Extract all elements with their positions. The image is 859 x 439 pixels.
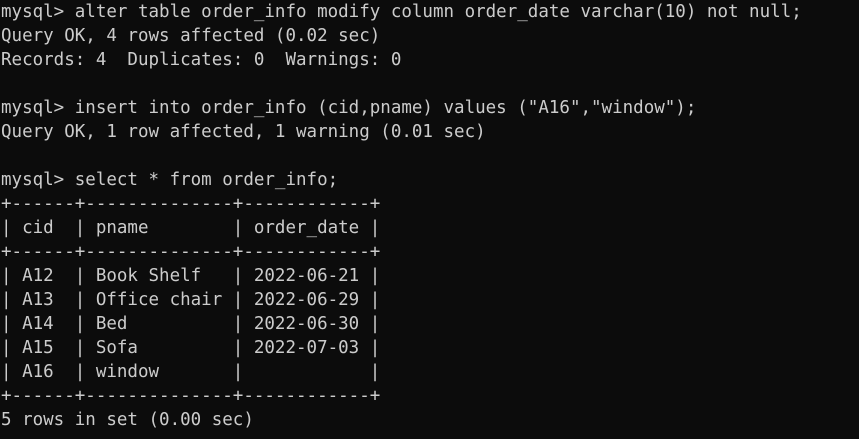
command-line-alter: mysql> alter table order_info modify col… <box>1 2 802 22</box>
terminal-window[interactable]: mysql> alter table order_info modify col… <box>0 0 859 439</box>
table-row: | A16 | window | | <box>1 362 381 382</box>
table-row: | A14 | Bed | 2022-06-30 | <box>1 314 381 334</box>
table-border-bottom: +------+--------------+------------+ <box>1 386 381 406</box>
table-row: | A15 | Sofa | 2022-07-03 | <box>1 338 381 358</box>
table-row: | A12 | Book Shelf | 2022-06-21 | <box>1 266 381 286</box>
result-summary: 5 rows in set (0.00 sec) <box>1 410 254 430</box>
command-line-insert: mysql> insert into order_info (cid,pname… <box>1 98 697 118</box>
table-border-top: +------+--------------+------------+ <box>1 194 381 214</box>
output-line-records: Records: 4 Duplicates: 0 Warnings: 0 <box>1 50 402 70</box>
output-line-insert-result: Query OK, 1 row affected, 1 warning (0.0… <box>1 122 486 142</box>
table-row: | A13 | Office chair | 2022-06-29 | <box>1 290 381 310</box>
table-header-row: | cid | pname | order_date | <box>1 218 381 238</box>
table-border-mid: +------+--------------+------------+ <box>1 242 381 262</box>
command-line-select: mysql> select * from order_info; <box>1 170 339 190</box>
output-line-query-ok: Query OK, 4 rows affected (0.02 sec) <box>1 26 381 46</box>
result-table: +------+--------------+------------+ | c… <box>1 192 859 408</box>
